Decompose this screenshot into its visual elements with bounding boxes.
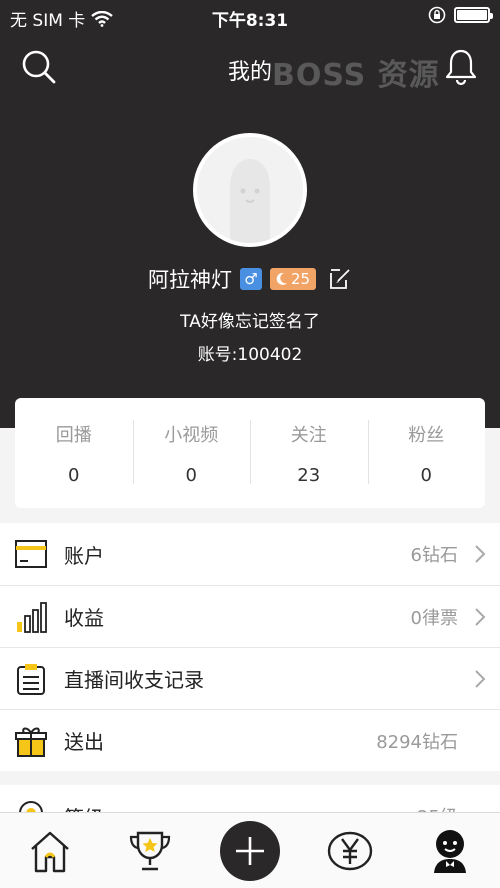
plus-icon [236,837,264,865]
rotation-lock-icon [428,6,446,24]
menu-label: 账户 [64,543,104,568]
start-live-button[interactable] [220,821,280,881]
stat-following[interactable]: 关注 23 [250,398,368,508]
menu-label: 送出 [64,730,104,754]
stat-label: 关注 [290,424,327,446]
stat-value: 0 [420,464,432,486]
stat-value: 0 [68,464,80,486]
stat-fans[interactable]: 粉丝 0 [367,398,486,508]
menu-label: 收益 [64,606,104,630]
wallet-icon [15,540,47,568]
menu-item-earnings[interactable]: 收益 0律票 [0,585,500,647]
top-nav: 我的 BOSS 资源 [0,44,500,93]
menu-label: 直播间收支记录 [64,668,204,692]
bell-icon[interactable] [444,48,478,86]
chevron-right-icon [475,545,486,563]
stats-card: 回播 0 小视频 0 关注 23 粉丝 0 [15,398,485,508]
watermark: BOSS 资源 [272,58,440,93]
stat-value: 0 [185,464,197,486]
level-value: 25 [290,270,311,288]
chevron-right-icon [475,669,486,688]
username: 阿拉神灯 [147,268,232,292]
menu-value: 6钻石 [410,545,458,566]
menu-value: 0律票 [410,607,458,629]
avatar[interactable] [193,133,307,247]
menu-item-live-records[interactable]: 直播间收支记录 [0,647,500,709]
stat-value: 23 [297,464,321,486]
stat-short-videos[interactable]: 小视频 0 [132,398,251,508]
gender-badge: ♂ [239,268,262,290]
menu-list: 账户 6钻石 收益 0律票 直播间收支记录 送出 8294钻石 [0,523,500,771]
tab-bar [0,812,500,888]
status-time: 下午8:31 [211,11,289,31]
account-id: 账号:100402 [197,345,303,365]
moon-icon [276,272,287,285]
trophy-icon[interactable] [126,827,174,875]
level-badge: 25 [269,268,317,290]
signature: TA好像忘记签名了 [180,312,320,332]
stat-label: 回播 [55,424,92,446]
profile-header: 无 SIM 卡 下午8:31 我的 BOSS 资源 阿拉神灯 ♂ 25 TA好像… [0,0,500,428]
stat-label: 小视频 [164,424,219,446]
username-row: 阿拉神灯 ♂ 25 [0,264,500,294]
home-icon[interactable] [26,827,74,875]
battery-icon [454,7,493,23]
stat-label: 粉丝 [408,424,445,446]
clipboard-icon [17,663,45,695]
profile-icon[interactable] [426,827,474,875]
status-bar: 无 SIM 卡 下午8:31 [0,0,500,34]
menu-item-account[interactable]: 账户 6钻石 [0,523,500,585]
edit-icon[interactable] [328,267,352,291]
stat-replay[interactable]: 回播 0 [15,398,133,508]
ghost-avatar-icon [197,137,303,243]
gift-icon [15,727,47,757]
chevron-right-icon [475,607,486,626]
bar-chart-icon [17,601,47,633]
menu-item-sent[interactable]: 送出 8294钻石 [0,709,500,771]
yen-icon[interactable] [326,827,374,875]
menu-value: 8294钻石 [376,731,458,753]
